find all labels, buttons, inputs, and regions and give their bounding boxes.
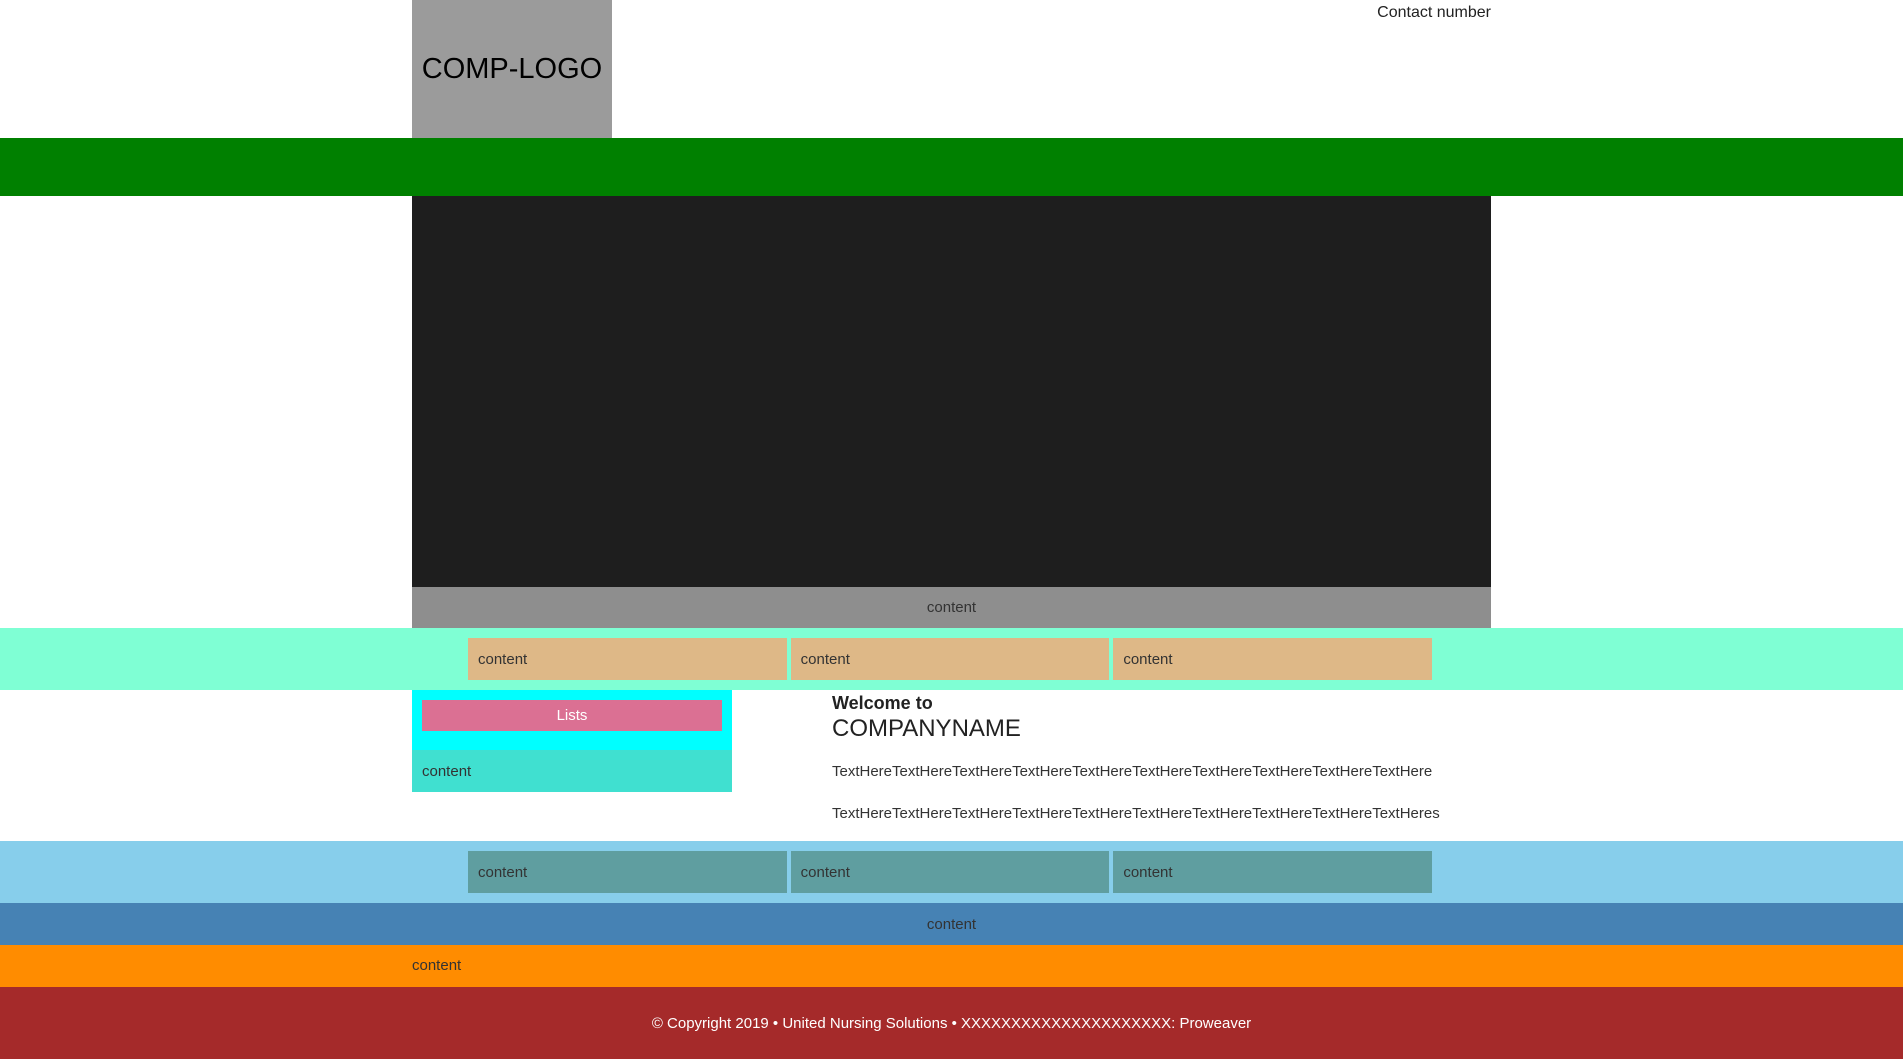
- lists-button[interactable]: Lists: [422, 700, 722, 731]
- sidebar: Lists content: [412, 690, 732, 792]
- welcome-section: Welcome to COMPANYNAME TextHereTextHereT…: [832, 693, 1440, 822]
- feature-box-2[interactable]: content: [790, 851, 1110, 893]
- lists-area: Lists: [412, 690, 732, 750]
- welcome-heading: Welcome to: [832, 693, 933, 713]
- navigation-bar[interactable]: [0, 138, 1903, 196]
- feature-box-1[interactable]: content: [468, 638, 787, 680]
- company-name: COMPANYNAME: [832, 715, 1021, 742]
- feature-boxes: content content content: [468, 638, 1436, 680]
- hero-banner: [412, 196, 1491, 587]
- content-bar: content: [0, 903, 1903, 945]
- welcome-paragraph: TextHereTextHereTextHereTextHereTextHere…: [832, 763, 1433, 780]
- site-header: COMP-LOGO Contact number: [0, 0, 1903, 138]
- sidebar-content: content: [412, 750, 732, 792]
- feature-box-3[interactable]: content: [1113, 851, 1433, 893]
- company-logo[interactable]: COMP-LOGO: [412, 0, 612, 138]
- feature-strip-bottom: content content content: [0, 841, 1903, 903]
- banner-caption: content: [412, 587, 1491, 628]
- feature-box-1[interactable]: content: [468, 851, 787, 893]
- welcome-paragraph: TextHereTextHereTextHereTextHereTextHere…: [832, 805, 1440, 822]
- feature-box-2[interactable]: content: [790, 638, 1110, 680]
- footer-copyright: © Copyright 2019 • United Nursing Soluti…: [0, 987, 1903, 1059]
- content-bar-text: content: [412, 957, 462, 974]
- feature-strip-top: content content content: [0, 628, 1903, 690]
- contact-number[interactable]: Contact number: [1377, 4, 1491, 22]
- feature-box-3[interactable]: content: [1113, 638, 1433, 680]
- feature-boxes: content content content: [468, 851, 1436, 893]
- content-bar-secondary: content: [0, 945, 1903, 987]
